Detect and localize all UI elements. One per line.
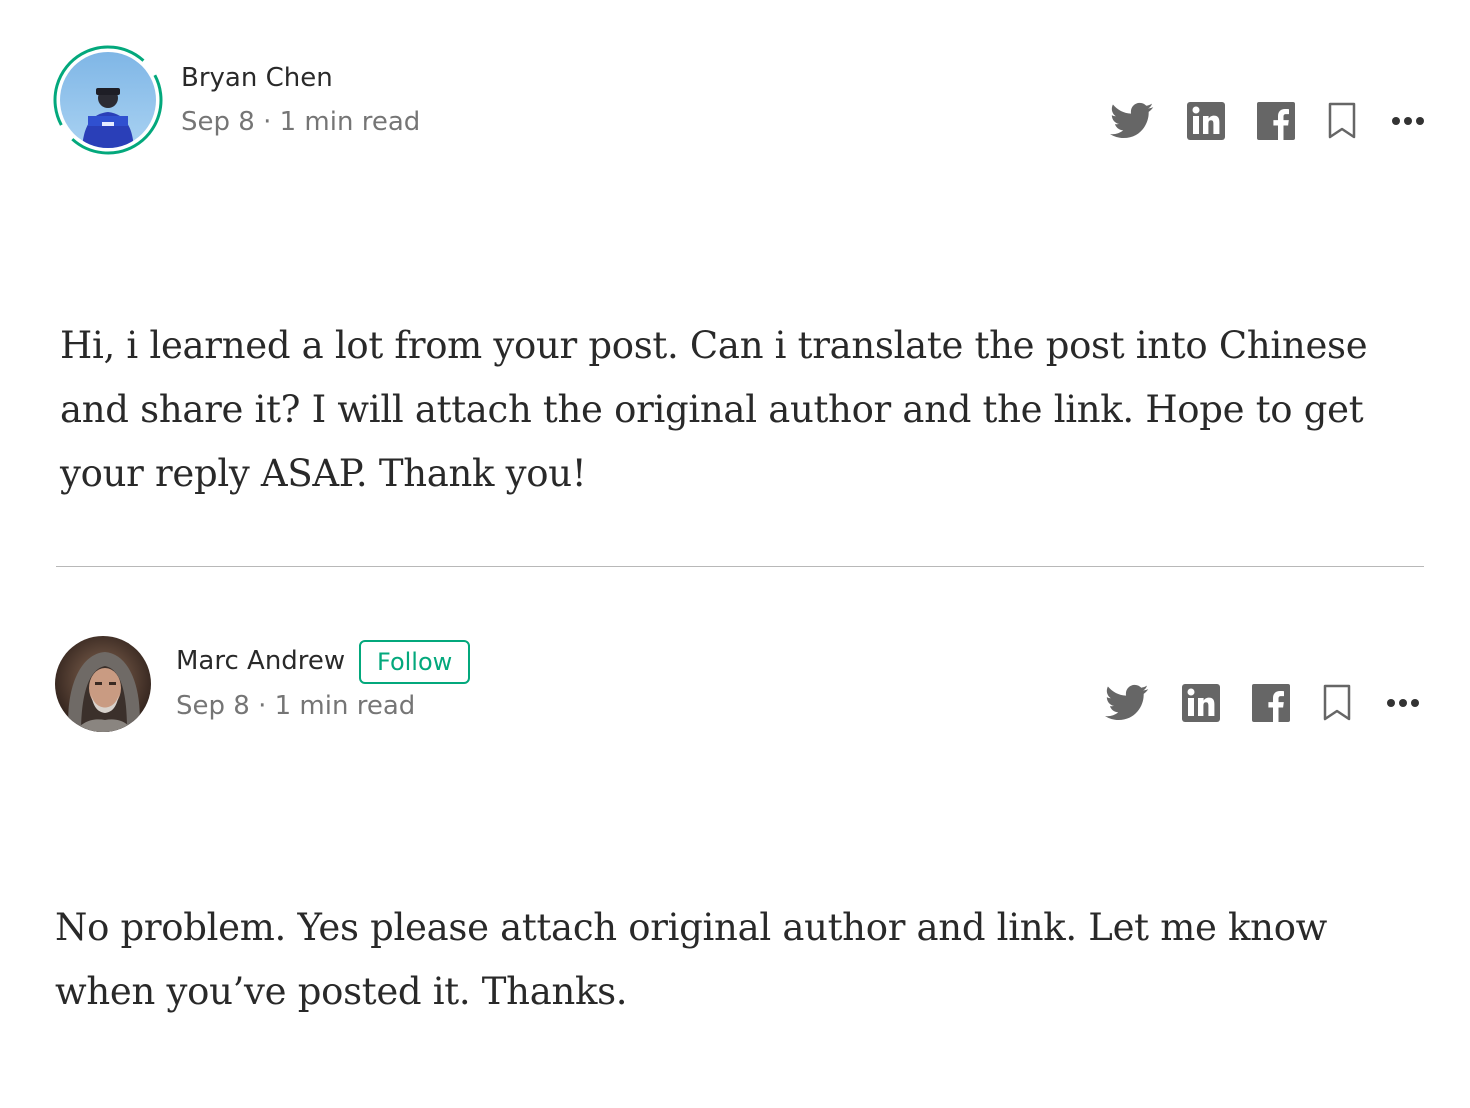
author-avatar[interactable] bbox=[55, 636, 151, 732]
meta-separator: · bbox=[258, 691, 267, 721]
more-options-button[interactable] bbox=[1386, 99, 1430, 143]
bookmark-button[interactable] bbox=[1315, 681, 1359, 725]
linkedin-icon bbox=[1187, 102, 1225, 140]
more-options-button[interactable] bbox=[1381, 681, 1425, 725]
bookmark-button[interactable] bbox=[1320, 99, 1364, 143]
response-text: Hi, i learned a lot from your post. Can … bbox=[60, 324, 1368, 495]
facebook-icon bbox=[1257, 102, 1295, 140]
post-meta: Sep 8 · 1 min read bbox=[181, 106, 420, 138]
author-name[interactable]: Bryan Chen bbox=[181, 62, 333, 94]
share-actions bbox=[1105, 681, 1425, 725]
share-actions bbox=[1110, 99, 1430, 143]
twitter-icon bbox=[1110, 102, 1154, 139]
linkedin-share-button[interactable] bbox=[1184, 99, 1228, 143]
author-avatar[interactable] bbox=[52, 44, 164, 156]
author-name[interactable]: Marc Andrew bbox=[176, 645, 345, 677]
avatar-photo bbox=[55, 636, 151, 732]
follow-button[interactable]: Follow bbox=[359, 640, 471, 684]
response-card: Bryan Chen Sep 8 · 1 min read Hi, i lear… bbox=[0, 0, 1470, 566]
more-icon bbox=[1387, 699, 1419, 707]
avatar-photo bbox=[60, 52, 156, 148]
more-icon bbox=[1392, 117, 1424, 125]
facebook-share-button[interactable] bbox=[1254, 99, 1298, 143]
linkedin-share-button[interactable] bbox=[1179, 681, 1223, 725]
post-meta: Sep 8 · 1 min read bbox=[176, 690, 415, 722]
read-time: 1 min read bbox=[279, 107, 421, 137]
facebook-share-button[interactable] bbox=[1249, 681, 1293, 725]
post-date[interactable]: Sep 8 bbox=[181, 107, 255, 137]
meta-separator: · bbox=[263, 107, 272, 137]
post-date[interactable]: Sep 8 bbox=[176, 691, 250, 721]
bookmark-icon bbox=[1323, 684, 1351, 721]
read-time: 1 min read bbox=[274, 691, 416, 721]
twitter-icon bbox=[1105, 684, 1149, 721]
twitter-share-button[interactable] bbox=[1105, 681, 1149, 725]
response-card: Marc Andrew Follow Sep 8 · 1 min read No… bbox=[0, 567, 1470, 1108]
linkedin-icon bbox=[1182, 684, 1220, 722]
response-text: No problem. Yes please attach original a… bbox=[55, 906, 1328, 1013]
facebook-icon bbox=[1252, 684, 1290, 722]
bookmark-icon bbox=[1328, 102, 1356, 139]
twitter-share-button[interactable] bbox=[1110, 99, 1154, 143]
